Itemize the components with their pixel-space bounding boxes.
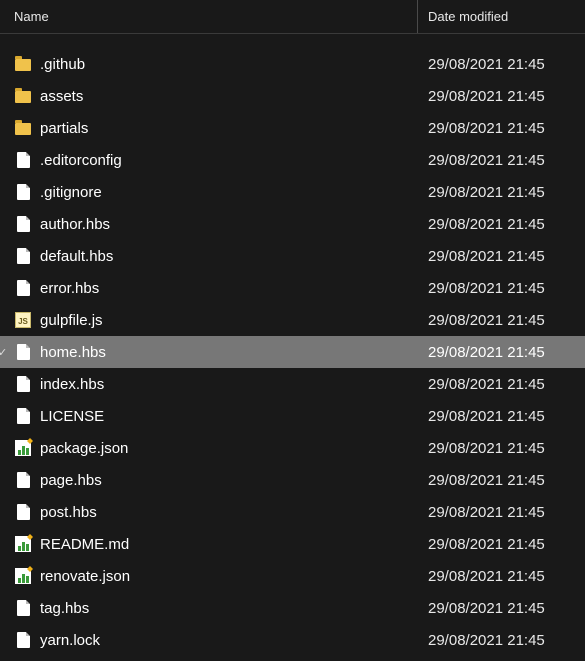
file-list: .github29/08/2021 21:45assets29/08/2021 … xyxy=(0,34,585,656)
file-row[interactable]: tag.hbs29/08/2021 21:45 xyxy=(0,592,585,624)
file-name: .gitignore xyxy=(40,184,418,201)
file-icon xyxy=(17,408,30,424)
file-row[interactable]: partials29/08/2021 21:45 xyxy=(0,112,585,144)
file-icon xyxy=(17,632,30,648)
column-name-label: Name xyxy=(14,9,49,24)
column-header-date[interactable]: Date modified xyxy=(418,0,585,33)
file-date: 29/08/2021 21:45 xyxy=(418,56,585,73)
file-date: 29/08/2021 21:45 xyxy=(418,408,585,425)
file-row[interactable]: renovate.json29/08/2021 21:45 xyxy=(0,560,585,592)
file-name: .editorconfig xyxy=(40,152,418,169)
file-name: .github xyxy=(40,56,418,73)
file-row[interactable]: post.hbs29/08/2021 21:45 xyxy=(0,496,585,528)
file-icon xyxy=(17,280,30,296)
column-date-label: Date modified xyxy=(428,9,508,24)
file-date: 29/08/2021 21:45 xyxy=(418,504,585,521)
file-name: LICENSE xyxy=(40,408,418,425)
file-icon xyxy=(17,152,30,168)
file-date: 29/08/2021 21:45 xyxy=(418,152,585,169)
file-date: 29/08/2021 21:45 xyxy=(418,280,585,297)
script-icon: JS xyxy=(15,312,31,328)
file-icon xyxy=(17,184,30,200)
file-date: 29/08/2021 21:45 xyxy=(418,248,585,265)
column-header-name[interactable]: ✕ Name xyxy=(14,0,418,33)
file-date: 29/08/2021 21:45 xyxy=(418,312,585,329)
file-date: 29/08/2021 21:45 xyxy=(418,216,585,233)
chart-file-icon xyxy=(15,440,31,456)
file-name: home.hbs xyxy=(40,344,418,361)
file-icon xyxy=(17,344,30,360)
file-row[interactable]: .github29/08/2021 21:45 xyxy=(0,48,585,80)
file-row[interactable]: default.hbs29/08/2021 21:45 xyxy=(0,240,585,272)
file-name: README.md xyxy=(40,536,418,553)
file-row[interactable]: README.md29/08/2021 21:45 xyxy=(0,528,585,560)
file-row[interactable]: ✓ home.hbs29/08/2021 21:45 xyxy=(0,336,585,368)
file-name: author.hbs xyxy=(40,216,418,233)
file-name: page.hbs xyxy=(40,472,418,489)
file-date: 29/08/2021 21:45 xyxy=(418,600,585,617)
file-icon xyxy=(17,472,30,488)
file-row[interactable]: LICENSE29/08/2021 21:45 xyxy=(0,400,585,432)
file-row[interactable]: page.hbs29/08/2021 21:45 xyxy=(0,464,585,496)
file-name: tag.hbs xyxy=(40,600,418,617)
file-row[interactable]: author.hbs29/08/2021 21:45 xyxy=(0,208,585,240)
file-date: 29/08/2021 21:45 xyxy=(418,120,585,137)
file-name: package.json xyxy=(40,440,418,457)
file-name: post.hbs xyxy=(40,504,418,521)
file-row[interactable]: package.json29/08/2021 21:45 xyxy=(0,432,585,464)
file-icon xyxy=(17,376,30,392)
file-row[interactable]: .editorconfig29/08/2021 21:45 xyxy=(0,144,585,176)
file-row[interactable]: error.hbs29/08/2021 21:45 xyxy=(0,272,585,304)
file-date: 29/08/2021 21:45 xyxy=(418,568,585,585)
folder-icon xyxy=(15,91,31,103)
column-header: ✕ Name Date modified xyxy=(0,0,585,34)
folder-icon xyxy=(15,123,31,135)
file-icon xyxy=(17,504,30,520)
file-row[interactable]: .gitignore29/08/2021 21:45 xyxy=(0,176,585,208)
file-row[interactable]: JS gulpfile.js29/08/2021 21:45 xyxy=(0,304,585,336)
chart-file-icon xyxy=(15,536,31,552)
file-icon xyxy=(17,216,30,232)
file-row[interactable]: index.hbs29/08/2021 21:45 xyxy=(0,368,585,400)
file-date: 29/08/2021 21:45 xyxy=(418,440,585,457)
file-row[interactable]: assets29/08/2021 21:45 xyxy=(0,80,585,112)
folder-icon xyxy=(15,59,31,71)
file-icon xyxy=(17,600,30,616)
file-name: yarn.lock xyxy=(40,632,418,649)
file-date: 29/08/2021 21:45 xyxy=(418,472,585,489)
file-date: 29/08/2021 21:45 xyxy=(418,536,585,553)
file-name: renovate.json xyxy=(40,568,418,585)
file-row[interactable]: yarn.lock29/08/2021 21:45 xyxy=(0,624,585,656)
file-date: 29/08/2021 21:45 xyxy=(418,184,585,201)
file-date: 29/08/2021 21:45 xyxy=(418,88,585,105)
chart-file-icon xyxy=(15,568,31,584)
file-name: assets xyxy=(40,88,418,105)
file-name: default.hbs xyxy=(40,248,418,265)
file-name: error.hbs xyxy=(40,280,418,297)
checkbox-icon[interactable]: ✓ xyxy=(0,346,8,359)
file-name: index.hbs xyxy=(40,376,418,393)
file-name: partials xyxy=(40,120,418,137)
file-icon xyxy=(17,248,30,264)
file-date: 29/08/2021 21:45 xyxy=(418,376,585,393)
file-date: 29/08/2021 21:45 xyxy=(418,632,585,649)
file-name: gulpfile.js xyxy=(40,312,418,329)
file-date: 29/08/2021 21:45 xyxy=(418,344,585,361)
